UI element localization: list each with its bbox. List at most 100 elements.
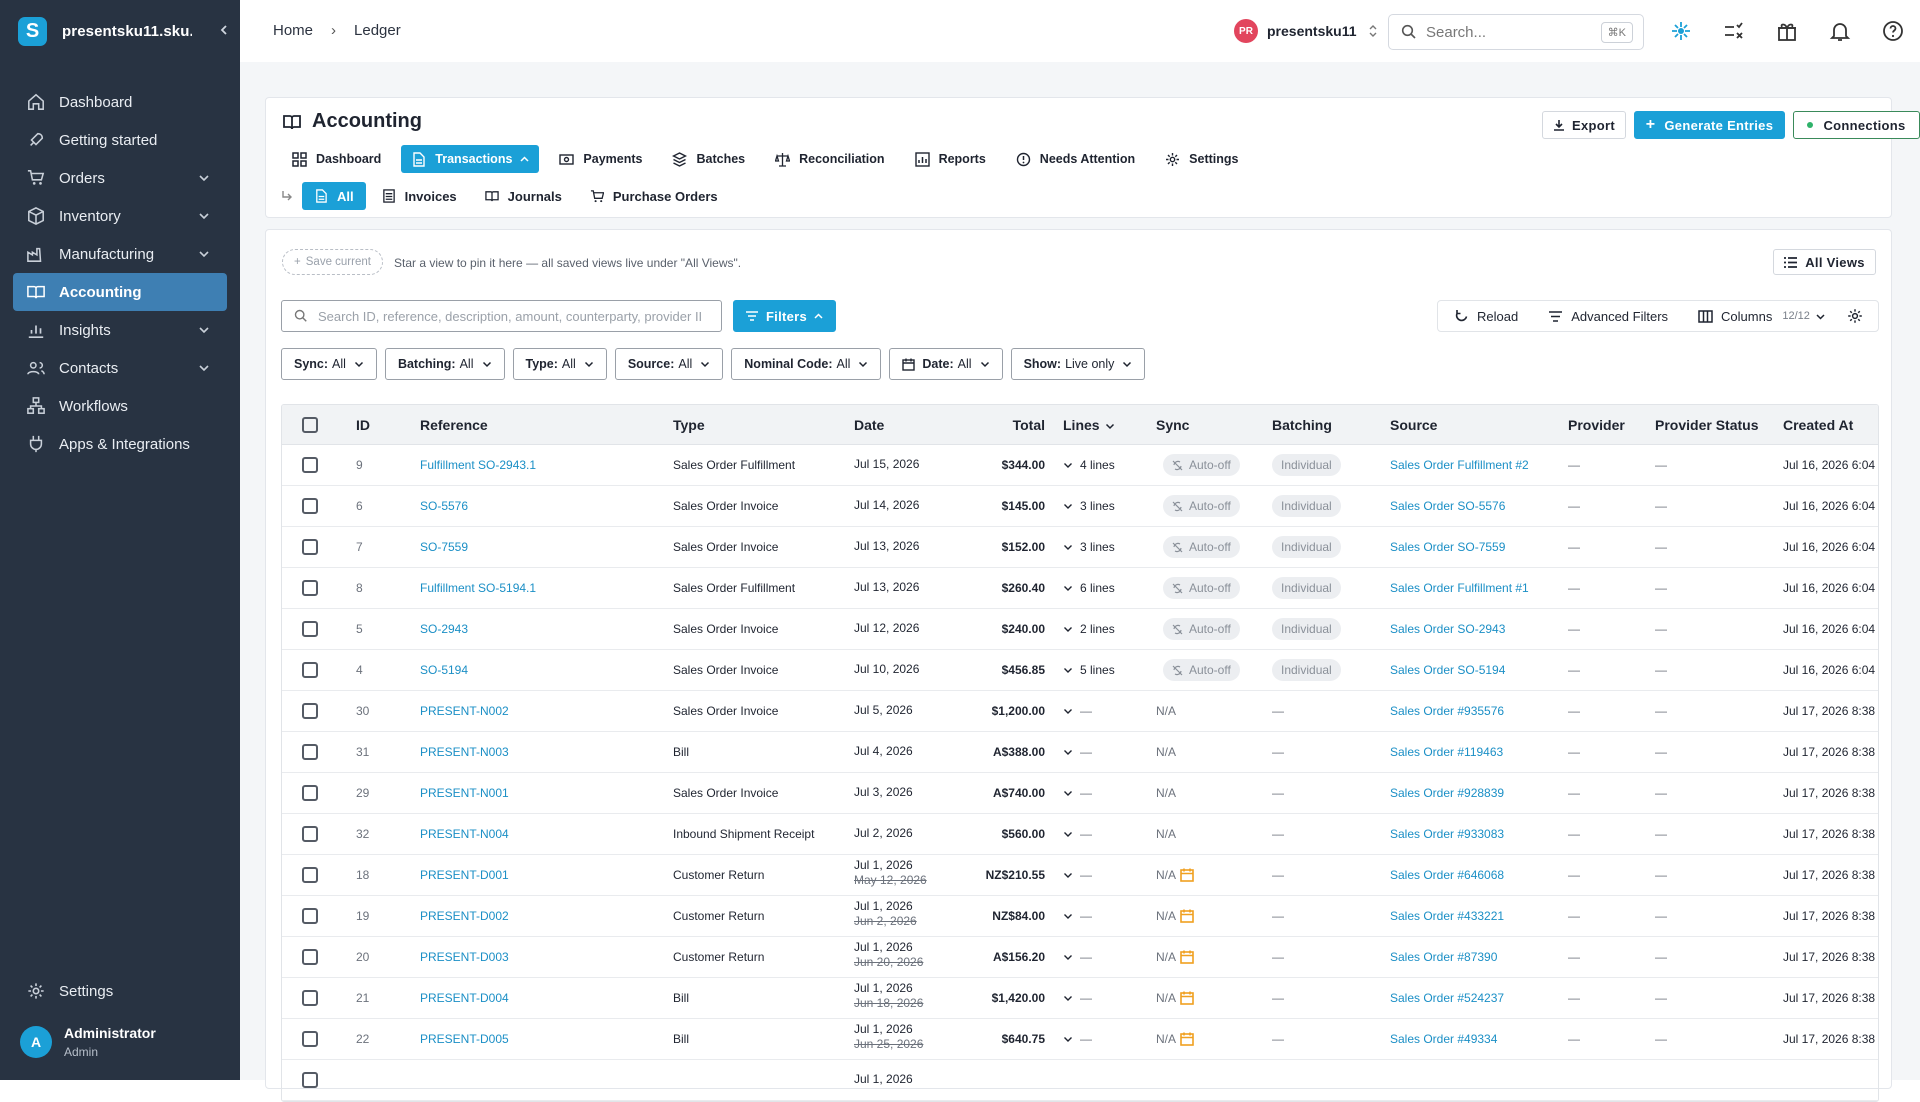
save-current-view-button[interactable]: + Save current [282, 249, 383, 275]
row-source-link[interactable]: Sales Order Fulfillment #1 [1390, 581, 1529, 595]
ai-sparkle-icon[interactable] [1670, 20, 1692, 42]
row-reference-link[interactable]: Fulfillment SO-2943.1 [420, 458, 536, 472]
column-header-provider-status[interactable]: Provider Status [1655, 417, 1758, 433]
sidebar-item-dashboard[interactable]: Dashboard [13, 83, 227, 121]
row-lines-toggle[interactable]: — [1063, 991, 1092, 1005]
row-checkbox[interactable] [302, 908, 318, 924]
subtab-all[interactable]: All [302, 182, 366, 210]
row-reference-link[interactable]: PRESENT-N003 [420, 745, 509, 759]
chevron-down-icon[interactable] [198, 248, 210, 260]
row-source-link[interactable]: Sales Order Fulfillment #2 [1390, 458, 1529, 472]
calendar-warning-icon[interactable] [1180, 950, 1194, 965]
table-row[interactable]: 7 SO-7559 Sales Order Invoice Jul 13, 2026 $… [282, 527, 1878, 568]
sidebar-item-getting-started[interactable]: Getting started [13, 121, 227, 159]
row-reference-link[interactable]: SO-7559 [420, 540, 468, 554]
row-lines-toggle[interactable]: — [1063, 827, 1092, 841]
org-switcher[interactable]: PR presentsku11 [1234, 19, 1379, 43]
app-logo[interactable]: S [18, 16, 47, 46]
sidebar-item-contacts[interactable]: Contacts [13, 349, 227, 387]
sidebar-item-orders[interactable]: Orders [13, 159, 227, 197]
sidebar-item-settings[interactable]: Settings [13, 972, 227, 1010]
filters-button[interactable]: Filters [733, 300, 836, 332]
help-icon[interactable] [1882, 20, 1904, 42]
calendar-warning-icon[interactable] [1180, 909, 1194, 924]
column-header-total[interactable]: Total [1013, 417, 1045, 433]
table-row[interactable]: Jul 1, 2026 [282, 1060, 1878, 1101]
sidebar-item-insights[interactable]: Insights [13, 311, 227, 349]
table-row[interactable]: 9 Fulfillment SO-2943.1 Sales Order Fulfil… [282, 445, 1878, 486]
tab-payments[interactable]: Payments [549, 145, 652, 173]
row-source-link[interactable]: Sales Order #928839 [1390, 786, 1504, 800]
global-search-input[interactable]: Search... ⌘K [1388, 14, 1644, 50]
filter-chip-source[interactable]: Source: All [614, 348, 724, 380]
row-checkbox[interactable] [302, 826, 318, 842]
table-row[interactable]: 29 PRESENT-N001 Sales Order Invoice Jul 3, … [282, 773, 1878, 814]
connections-button[interactable]: Connections [1793, 111, 1920, 139]
row-source-link[interactable]: Sales Order #87390 [1390, 950, 1497, 964]
row-checkbox[interactable] [302, 785, 318, 801]
column-header-id[interactable]: ID [356, 417, 370, 433]
row-source-link[interactable]: Sales Order #119463 [1390, 745, 1503, 759]
calendar-warning-icon[interactable] [1180, 1032, 1194, 1047]
row-reference-link[interactable]: PRESENT-D002 [420, 909, 509, 923]
gift-icon[interactable] [1776, 20, 1798, 42]
column-header-sync[interactable]: Sync [1156, 417, 1189, 433]
row-lines-toggle[interactable]: — [1063, 704, 1092, 718]
export-button[interactable]: Export [1542, 111, 1626, 139]
row-lines-toggle[interactable]: — [1063, 950, 1092, 964]
row-lines-toggle[interactable]: — [1063, 868, 1092, 882]
row-source-link[interactable]: Sales Order #933083 [1390, 827, 1504, 841]
tab-transactions[interactable]: Transactions [401, 145, 540, 173]
column-header-lines[interactable]: Lines [1063, 417, 1115, 433]
row-checkbox[interactable] [302, 867, 318, 883]
sync-status-badge[interactable]: Auto-off [1163, 659, 1240, 681]
transactions-search-input[interactable]: Search ID, reference, description, amoun… [281, 300, 722, 332]
subtab-purchase-orders[interactable]: Purchase Orders [578, 182, 730, 210]
row-lines-toggle[interactable]: 2 lines [1063, 622, 1115, 636]
row-checkbox[interactable] [302, 949, 318, 965]
tab-settings[interactable]: Settings [1155, 145, 1248, 173]
table-settings-gear-icon[interactable] [1847, 308, 1863, 324]
column-header-batching[interactable]: Batching [1272, 417, 1332, 433]
tab-batches[interactable]: Batches [662, 145, 755, 173]
column-header-date[interactable]: Date [854, 417, 884, 433]
sync-status-badge[interactable]: Auto-off [1163, 536, 1240, 558]
row-reference-link[interactable]: SO-5194 [420, 663, 468, 677]
row-checkbox[interactable] [302, 498, 318, 514]
sidebar-item-inventory[interactable]: Inventory [13, 197, 227, 235]
table-row[interactable]: 31 PRESENT-N003 Bill Jul 4, 2026 A$388.00 — N/… [282, 732, 1878, 773]
row-checkbox[interactable] [302, 539, 318, 555]
row-lines-toggle[interactable]: 3 lines [1063, 499, 1115, 513]
org-name[interactable]: presentsku11.sku... [62, 23, 192, 40]
column-header-source[interactable]: Source [1390, 417, 1437, 433]
sync-status-badge[interactable]: Auto-off [1163, 495, 1240, 517]
sidebar-item-accounting[interactable]: Accounting [13, 273, 227, 311]
row-lines-toggle[interactable]: 4 lines [1063, 458, 1115, 472]
table-row[interactable]: 4 SO-5194 Sales Order Invoice Jul 10, 2026 $… [282, 650, 1878, 691]
row-source-link[interactable]: Sales Order #646068 [1390, 868, 1504, 882]
collapse-sidebar-icon[interactable] [217, 22, 231, 38]
row-checkbox[interactable] [302, 457, 318, 473]
advanced-filters-button[interactable]: Advanced Filters [1548, 309, 1668, 324]
row-checkbox[interactable] [302, 1072, 318, 1088]
row-checkbox[interactable] [302, 703, 318, 719]
row-source-link[interactable]: Sales Order #935576 [1390, 704, 1504, 718]
filter-chip-show[interactable]: Show: Live only [1010, 348, 1146, 380]
column-header-type[interactable]: Type [673, 417, 705, 433]
row-lines-toggle[interactable]: — [1063, 909, 1092, 923]
table-row[interactable]: 21 PRESENT-D004 Bill Jul 1, 2026 Jun 18, 202… [282, 978, 1878, 1019]
row-checkbox[interactable] [302, 621, 318, 637]
table-row[interactable]: 5 SO-2943 Sales Order Invoice Jul 12, 2026 $… [282, 609, 1878, 650]
table-row[interactable]: 32 PRESENT-N004 Inbound Shipment Receipt Ju… [282, 814, 1878, 855]
table-row[interactable]: 20 PRESENT-D003 Customer Return Jul 1, 2026… [282, 937, 1878, 978]
row-reference-link[interactable]: PRESENT-D001 [420, 868, 509, 882]
row-checkbox[interactable] [302, 1031, 318, 1047]
table-row[interactable]: 19 PRESENT-D002 Customer Return Jul 1, 2026… [282, 896, 1878, 937]
row-reference-link[interactable]: PRESENT-D004 [420, 991, 509, 1005]
row-reference-link[interactable]: PRESENT-N001 [420, 786, 509, 800]
generate-entries-button[interactable]: + Generate Entries [1634, 111, 1785, 139]
filter-chip-nominal-code[interactable]: Nominal Code: All [731, 348, 882, 380]
filter-chip-date[interactable]: Date: All [889, 348, 1003, 380]
sidebar-item-workflows[interactable]: Workflows [13, 387, 227, 425]
row-reference-link[interactable]: PRESENT-D005 [420, 1032, 509, 1046]
